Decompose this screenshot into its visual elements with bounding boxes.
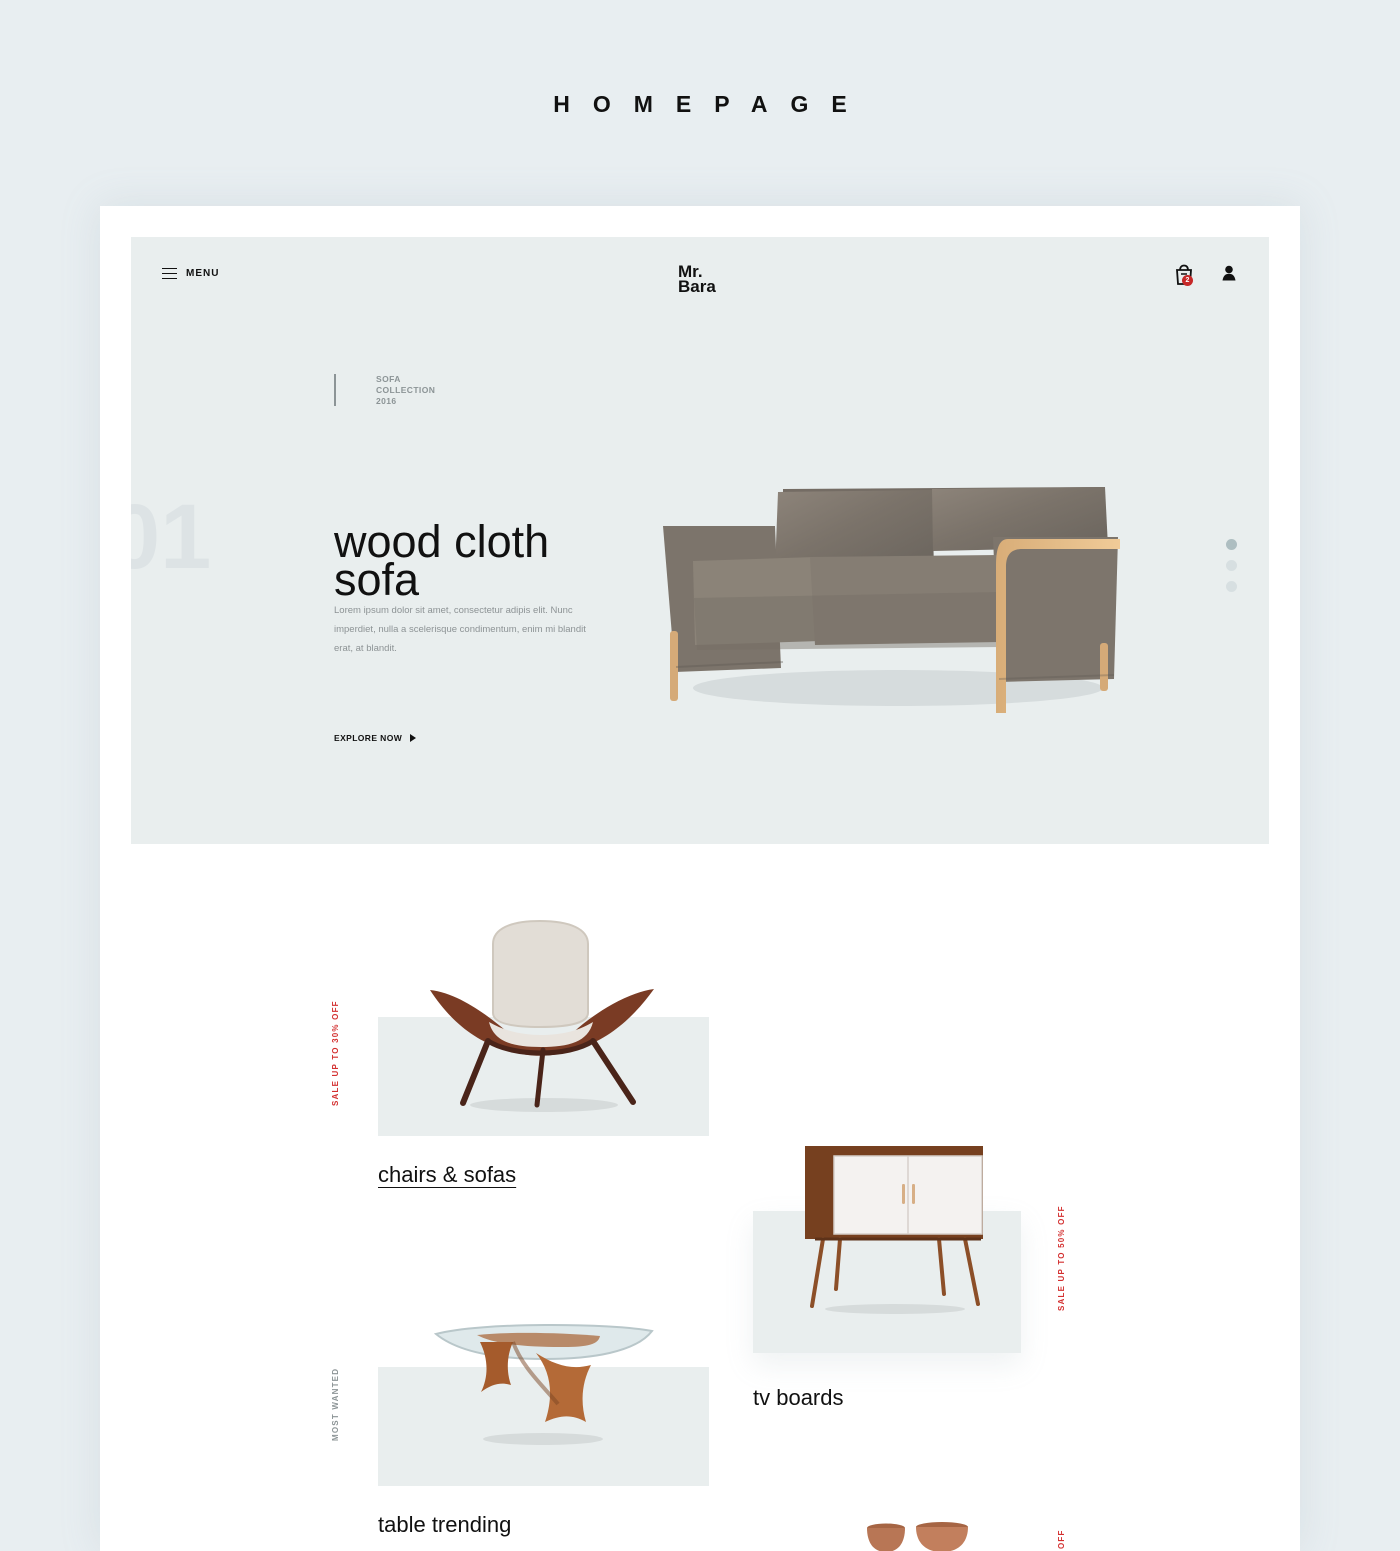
coffee-table-image: [433, 1323, 654, 1445]
chairs-sofas-title[interactable]: chairs & sofas: [378, 1162, 516, 1188]
tv-board-image: [805, 1146, 983, 1314]
slider-pagination: [1226, 539, 1238, 602]
slider-dot-3[interactable]: [1226, 581, 1237, 592]
menu-label: MENU: [186, 267, 220, 279]
bottom-sale-tag: OFF: [1057, 1529, 1066, 1549]
user-icon[interactable]: [1222, 265, 1236, 281]
play-arrow-icon: [410, 734, 417, 742]
brand-logo[interactable]: Mr. Bara: [678, 263, 738, 296]
collection-line-1: SOFA: [376, 374, 401, 384]
explore-now-label: EXPLORE NOW: [334, 733, 403, 743]
slide-number: 01: [131, 486, 212, 588]
cart-count-badge: 2: [1182, 275, 1193, 286]
explore-now-button[interactable]: EXPLORE NOW: [334, 733, 417, 743]
table-trending-title[interactable]: table trending: [378, 1512, 511, 1538]
slider-dot-2[interactable]: [1226, 560, 1237, 571]
collection-line-3: 2016: [376, 396, 397, 406]
hamburger-icon: [162, 267, 177, 279]
lounge-chair-image: [430, 919, 654, 1112]
collection-line-2: COLLECTION: [376, 385, 436, 395]
table-trending-card[interactable]: MOST WANTED table trending: [331, 1316, 711, 1551]
collection-label: SOFA COLLECTION 2016: [334, 374, 435, 406]
brand-logo-line-2: Bara: [678, 277, 716, 296]
sofa-image: [663, 487, 1120, 713]
cart-button[interactable]: 2: [1174, 264, 1194, 286]
homepage-preview: MENU Mr. Bara 2 SOFA COLLECTION 2016 01 …: [100, 206, 1300, 1551]
hero-description: Lorem ipsum dolor sit amet, consectetur …: [334, 604, 586, 654]
slider-dot-1[interactable]: [1226, 539, 1237, 550]
menu-button[interactable]: MENU: [162, 266, 219, 280]
tv-boards-title[interactable]: tv boards: [753, 1385, 844, 1411]
chairs-sale-tag: SALE UP TO 30% OFF: [331, 1000, 340, 1106]
hero-banner: MENU Mr. Bara 2 SOFA COLLECTION 2016 01 …: [131, 237, 1269, 844]
hero-title: wood cloth sofa: [334, 519, 634, 602]
tv-boards-card[interactable]: tv boards SALE UP TO 50% OFF: [753, 1141, 1083, 1410]
page-heading: HOMEPAGE: [553, 91, 870, 117]
tv-sale-tag: SALE UP TO 50% OFF: [1057, 1205, 1066, 1311]
most-wanted-tag: MOST WANTED: [331, 1367, 340, 1441]
stool-image: [867, 1522, 968, 1551]
chairs-sofas-card[interactable]: SALE UP TO 30% OFF chairs & sofas: [331, 916, 711, 1201]
